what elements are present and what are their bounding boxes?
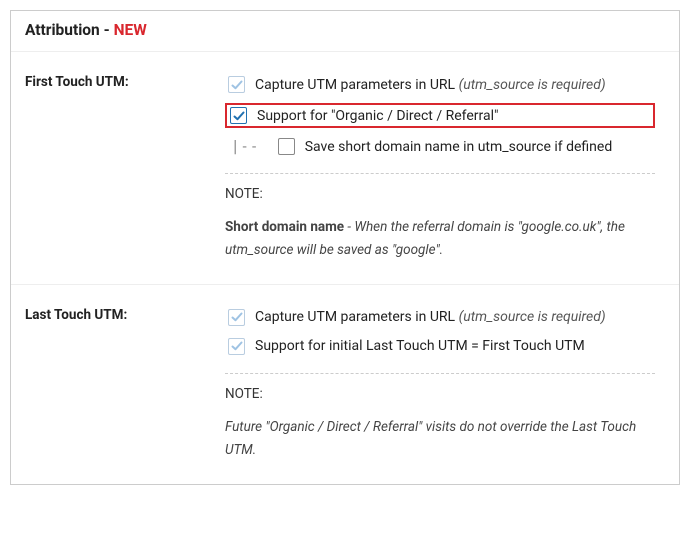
opt-short-domain-wrap: |-- Save short domain name in utm_source… bbox=[225, 136, 655, 157]
tree-indent-icon: |-- bbox=[231, 139, 269, 155]
opt-capture-utm-last[interactable]: Capture UTM parameters in URL (utm_sourc… bbox=[225, 307, 655, 328]
opt-label: Support for initial Last Touch UTM = Fir… bbox=[255, 338, 585, 354]
first-touch-label: First Touch UTM: bbox=[25, 74, 225, 262]
note-strong: Short domain name bbox=[225, 219, 344, 235]
new-badge: NEW bbox=[114, 21, 147, 39]
opt-label: Save short domain name in utm_source if … bbox=[305, 139, 613, 155]
last-touch-label: Last Touch UTM: bbox=[25, 307, 225, 462]
last-touch-options: Capture UTM parameters in URL (utm_sourc… bbox=[225, 307, 673, 462]
attribution-panel: Attribution - NEW First Touch UTM: Captu… bbox=[10, 10, 680, 485]
opt-capture-utm-first[interactable]: Capture UTM parameters in URL (utm_sourc… bbox=[225, 74, 655, 95]
panel-body: First Touch UTM: Capture UTM parameters … bbox=[11, 52, 679, 484]
panel-title: Attribution - bbox=[25, 21, 114, 39]
divider bbox=[225, 173, 655, 174]
first-touch-row: First Touch UTM: Capture UTM parameters … bbox=[11, 52, 679, 284]
note-label: NOTE: bbox=[225, 386, 655, 402]
checkbox-checked-icon bbox=[230, 107, 247, 124]
checkbox-unchecked-icon bbox=[278, 138, 295, 155]
opt-support-organic[interactable]: Support for "Organic / Direct / Referral… bbox=[225, 103, 655, 128]
opt-label: Support for "Organic / Direct / Referral… bbox=[257, 108, 499, 124]
checkbox-checked-locked-icon bbox=[228, 338, 245, 355]
last-touch-row: Last Touch UTM: Capture UTM parameters i… bbox=[11, 284, 679, 484]
opt-initial-last-touch[interactable]: Support for initial Last Touch UTM = Fir… bbox=[225, 336, 655, 357]
panel-header: Attribution - NEW bbox=[11, 11, 679, 52]
opt-short-domain[interactable]: Save short domain name in utm_source if … bbox=[275, 136, 616, 157]
note-label: NOTE: bbox=[225, 186, 655, 202]
checkbox-checked-locked-icon bbox=[228, 76, 245, 93]
first-touch-options: Capture UTM parameters in URL (utm_sourc… bbox=[225, 74, 673, 262]
note-text: Short domain name - When the referral do… bbox=[225, 216, 655, 262]
checkbox-checked-locked-icon bbox=[228, 309, 245, 326]
opt-label: Capture UTM parameters in URL (utm_sourc… bbox=[255, 309, 606, 325]
note-text: Future "Organic / Direct / Referral" vis… bbox=[225, 416, 655, 462]
divider bbox=[225, 373, 655, 374]
opt-label: Capture UTM parameters in URL (utm_sourc… bbox=[255, 77, 606, 93]
